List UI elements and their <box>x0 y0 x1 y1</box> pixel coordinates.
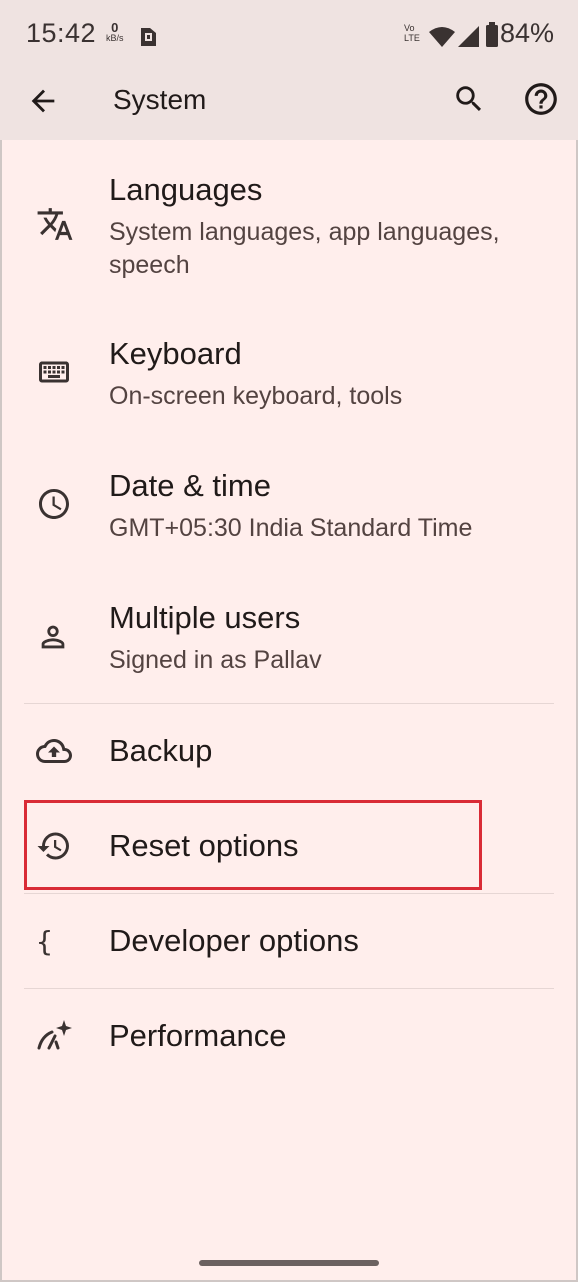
settings-item-label: Performance <box>109 1018 287 1053</box>
settings-item-summary: Signed in as Pallav <box>109 646 322 674</box>
person-icon <box>36 620 74 658</box>
clock-icon <box>36 486 74 524</box>
settings-item-label: Languages <box>109 172 263 207</box>
status-bar: 15:42 0 kB/s Vo LTE 84% <box>0 0 578 72</box>
settings-item-summary: System languages, app languages, speech <box>109 218 500 279</box>
keyboard-icon <box>36 354 74 392</box>
settings-item-date-time[interactable]: Date & time GMT+05:30 India Standard Tim… <box>0 462 578 562</box>
translate-icon <box>36 205 74 243</box>
section-divider <box>24 703 554 704</box>
section-divider <box>24 988 554 989</box>
settings-item-keyboard[interactable]: Keyboard On-screen keyboard, tools <box>0 330 578 430</box>
app-bar: System <box>0 72 578 140</box>
help-icon <box>525 83 557 115</box>
battery-percentage: 84% <box>500 18 555 48</box>
settings-item-label: Multiple users <box>109 600 301 635</box>
settings-item-summary: On-screen keyboard, tools <box>109 382 403 410</box>
highlight-box <box>24 800 482 890</box>
settings-item-label: Date & time <box>109 468 271 503</box>
sim-card-icon <box>138 24 160 55</box>
network-speed-value: 0 <box>111 20 119 35</box>
arrow-back-icon <box>31 89 55 113</box>
settings-item-developer-options[interactable]: { } Developer options <box>0 898 578 986</box>
search-icon <box>456 86 482 112</box>
cloud-upload-icon <box>36 733 74 771</box>
settings-item-summary: GMT+05:30 India Standard Time <box>109 514 473 542</box>
section-divider <box>24 893 554 894</box>
braces-icon: { } <box>36 923 87 961</box>
volte-top: Vo <box>404 23 415 33</box>
settings-item-performance[interactable]: Performance <box>0 993 578 1081</box>
settings-item-label: Developer options <box>109 923 359 958</box>
search-button[interactable] <box>452 82 486 116</box>
back-button[interactable] <box>26 84 60 118</box>
performance-icon <box>36 1018 74 1056</box>
page-title: System <box>113 84 207 115</box>
volte-indicator: Vo LTE <box>404 23 420 43</box>
battery-icon <box>486 22 498 55</box>
network-speed: 0 kB/s <box>106 20 124 43</box>
settings-item-multiple-users[interactable]: Multiple users Signed in as Pallav <box>0 594 578 694</box>
svg-text:{ }: { } <box>36 925 72 958</box>
help-button[interactable] <box>522 80 560 118</box>
settings-item-label: Backup <box>109 733 213 768</box>
settings-item-languages[interactable]: Languages System languages, app language… <box>0 160 578 295</box>
settings-item-backup[interactable]: Backup <box>0 708 578 796</box>
network-speed-unit: kB/s <box>106 33 124 43</box>
settings-item-label: Keyboard <box>109 336 242 371</box>
home-indicator[interactable] <box>199 1260 379 1266</box>
cell-signal-icon <box>458 24 480 55</box>
volte-bottom: LTE <box>404 33 420 43</box>
status-time: 15:42 <box>26 18 97 48</box>
wifi-icon <box>429 24 455 55</box>
